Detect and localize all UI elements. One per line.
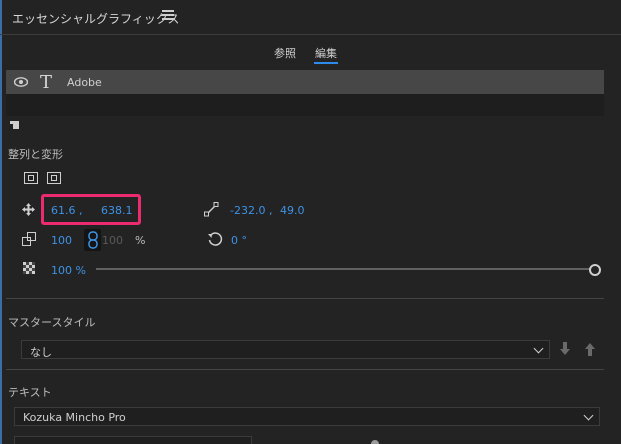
panel-titlebar: エッセンシャルグラフィックス xyxy=(0,0,621,34)
rotation-icon xyxy=(208,232,223,246)
essential-graphics-panel: エッセンシャルグラフィックス 参照 編集 T Adobe 整列と変形 61.6 … xyxy=(0,0,621,444)
position-highlight-box xyxy=(41,194,141,225)
position-move-icon xyxy=(22,203,35,216)
align-vertical-center-icon[interactable] xyxy=(47,172,61,184)
chevron-down-icon xyxy=(533,343,544,354)
master-style-selected: なし xyxy=(30,346,52,359)
font-selected: Kozuka Mincho Pro xyxy=(23,411,126,424)
scale-width-value[interactable]: 100 xyxy=(51,234,72,247)
section-divider xyxy=(6,298,604,299)
font-size-slider-knob[interactable] xyxy=(371,440,379,444)
chevron-down-icon xyxy=(583,410,594,421)
text-layer-icon: T xyxy=(40,72,53,93)
panel-title: エッセンシャルグラフィックス xyxy=(12,12,180,26)
opacity-value[interactable]: 100 % xyxy=(51,264,86,277)
hamburger-menu-icon[interactable] xyxy=(162,10,174,22)
rotation-value[interactable]: 0 ° xyxy=(231,234,247,247)
master-style-heading: マスタースタイル xyxy=(8,316,96,329)
active-tab-indicator xyxy=(314,62,338,64)
layer-name: Adobe xyxy=(67,76,102,89)
layer-list-empty-area xyxy=(6,94,604,116)
scale-height-value: 100 xyxy=(102,234,123,247)
link-chain-icon[interactable] xyxy=(88,231,98,249)
scale-icon xyxy=(22,232,36,246)
tab-edit[interactable]: 編集 xyxy=(315,45,337,61)
anchor-point-icon xyxy=(204,202,219,217)
master-style-dropdown[interactable]: なし xyxy=(21,340,550,359)
push-style-down-icon[interactable] xyxy=(559,342,571,356)
font-style-dropdown[interactable] xyxy=(14,436,252,444)
new-layer-icon[interactable] xyxy=(10,120,20,130)
opacity-slider-knob[interactable] xyxy=(589,264,601,276)
align-horizontal-center-icon[interactable] xyxy=(24,172,38,184)
titlebar-divider xyxy=(0,34,621,35)
tab-browse[interactable]: 参照 xyxy=(274,45,296,61)
panel-focus-edge xyxy=(0,0,2,444)
anchor-y-value[interactable]: 49.0 xyxy=(280,204,305,217)
section-divider xyxy=(6,369,604,370)
font-dropdown[interactable]: Kozuka Mincho Pro xyxy=(14,407,600,426)
opacity-checker-icon xyxy=(23,262,35,274)
text-heading: テキスト xyxy=(8,386,52,399)
layer-row[interactable]: T Adobe xyxy=(6,70,604,94)
anchor-x-value[interactable]: -232.0 , xyxy=(230,204,272,217)
scale-unit: % xyxy=(135,234,146,247)
push-style-up-icon[interactable] xyxy=(584,342,596,356)
align-transform-heading: 整列と変形 xyxy=(8,148,63,161)
eye-icon[interactable] xyxy=(14,77,28,87)
opacity-slider-track[interactable] xyxy=(96,268,594,270)
